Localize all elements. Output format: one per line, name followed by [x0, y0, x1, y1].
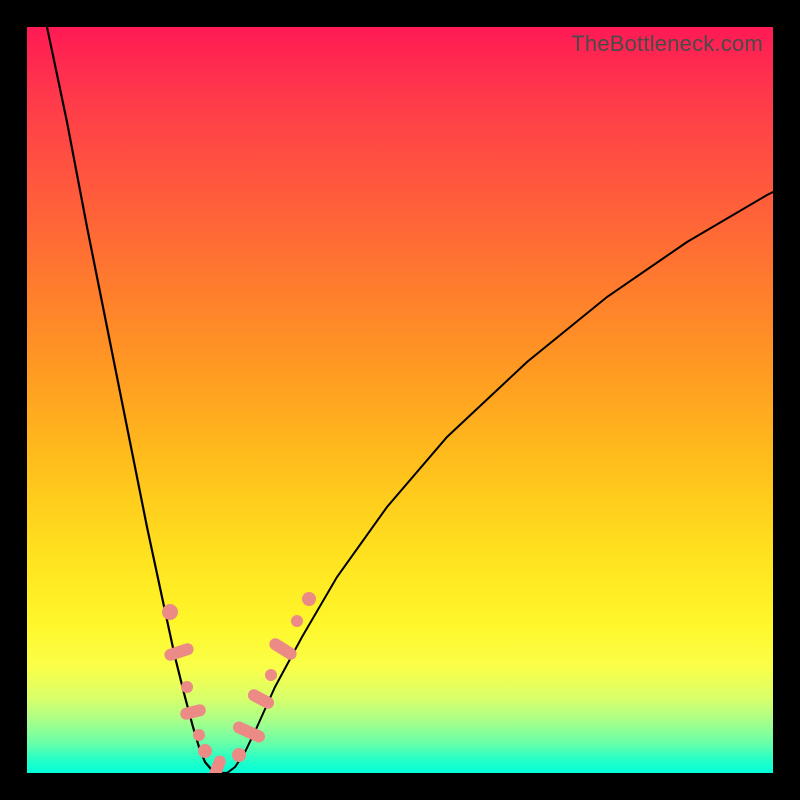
bead-round [198, 744, 212, 758]
bead-long [267, 636, 299, 662]
bead-round [265, 669, 277, 681]
bead-round [162, 604, 178, 620]
beads-left [162, 604, 227, 773]
bead-long [246, 687, 276, 711]
bead-long [231, 720, 267, 745]
bead-round [291, 615, 303, 627]
bead-round [193, 729, 205, 741]
beads-right [231, 592, 316, 762]
right-curve [227, 192, 773, 773]
plot-area: TheBottleneck.com [27, 27, 773, 773]
chart-stage: TheBottleneck.com [0, 0, 800, 800]
bead-long [207, 754, 228, 773]
bead-round [302, 592, 316, 606]
curve-layer [27, 27, 773, 773]
bead-long [179, 703, 207, 721]
bead-long [163, 642, 195, 663]
bead-round [232, 748, 246, 762]
left-curve [47, 27, 217, 773]
bead-round [181, 681, 193, 693]
